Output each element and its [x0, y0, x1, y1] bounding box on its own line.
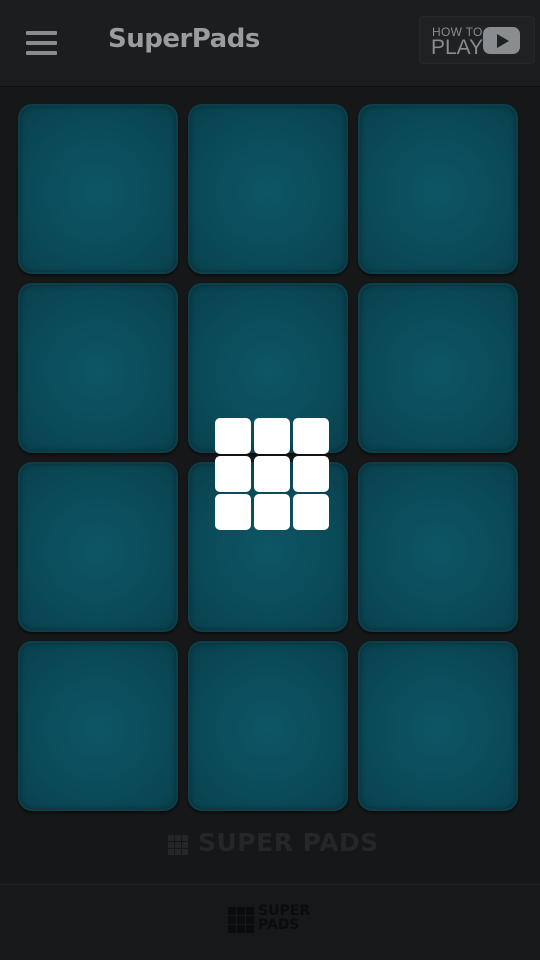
how-to-play-button[interactable]: HOW TO PLAY	[419, 16, 535, 64]
youtube-play-icon	[483, 27, 520, 54]
bottom-logo-text: SUPER PADS	[258, 904, 318, 932]
play-label: PLAY	[431, 36, 484, 59]
hamburger-menu-icon	[26, 41, 57, 45]
pad-3[interactable]	[358, 104, 518, 274]
hamburger-menu-icon	[26, 31, 57, 35]
app-title: SuperPads	[108, 24, 260, 54]
logo-cell	[293, 418, 329, 454]
logo-cell	[254, 418, 290, 454]
bottom-logo-line1: SUPER	[258, 903, 311, 919]
pad-10[interactable]	[18, 641, 178, 811]
logo-cell	[254, 456, 290, 492]
header-bar: SuperPads HOW TO PLAY	[0, 0, 540, 87]
app-root: SuperPads HOW TO PLAY SUPER PADS SUPER P…	[0, 0, 540, 960]
pad-1[interactable]	[18, 104, 178, 274]
logo-cell	[215, 494, 251, 530]
superpads-bottom-grid-icon	[228, 907, 255, 934]
bottom-logo: SUPER PADS	[228, 904, 318, 935]
pad-12[interactable]	[358, 641, 518, 811]
bottom-logo-line2: PADS	[258, 917, 300, 933]
pad-4[interactable]	[18, 283, 178, 453]
hamburger-menu-icon	[26, 51, 57, 55]
logo-cell	[215, 456, 251, 492]
wordmark-text: SUPER PADS	[198, 828, 379, 857]
menu-button[interactable]	[24, 28, 60, 58]
logo-cell	[293, 456, 329, 492]
pad-7[interactable]	[18, 462, 178, 632]
logo-cell	[293, 494, 329, 530]
bottom-banner: SUPER PADS	[0, 884, 540, 960]
footer-wordmark: SUPER PADS	[168, 828, 378, 862]
pad-6[interactable]	[358, 283, 518, 453]
pad-2[interactable]	[188, 104, 348, 274]
pad-11[interactable]	[188, 641, 348, 811]
superpads-grid-logo-icon	[215, 418, 329, 530]
pad-9[interactable]	[358, 462, 518, 632]
logo-cell	[215, 418, 251, 454]
superpads-small-grid-icon	[168, 835, 189, 856]
logo-cell	[254, 494, 290, 530]
